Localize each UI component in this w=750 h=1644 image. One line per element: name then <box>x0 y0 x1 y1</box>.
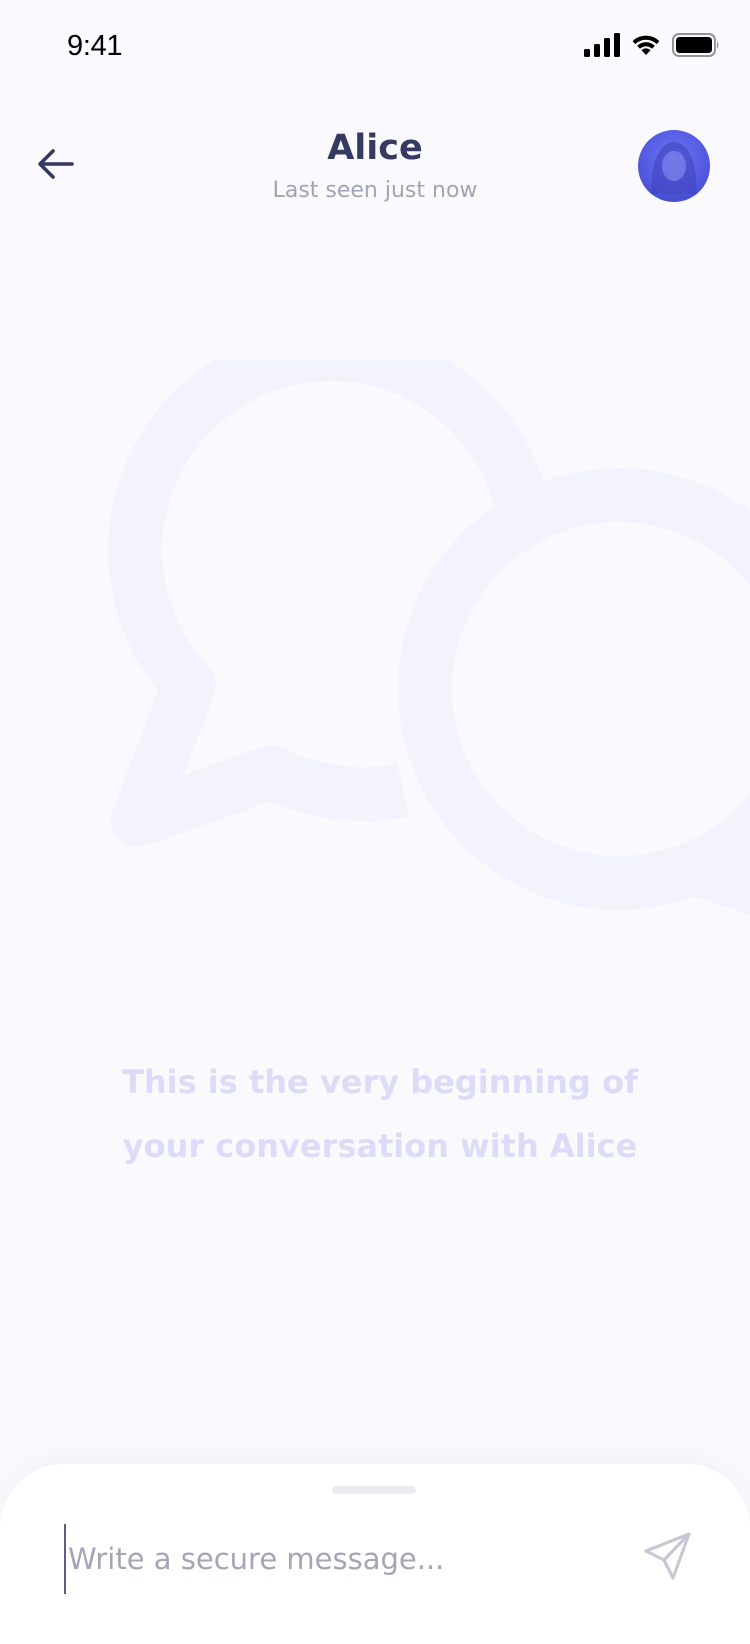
message-composer <box>0 1464 750 1644</box>
chat-header: Alice Last seen just now <box>0 120 750 220</box>
drag-handle[interactable] <box>332 1486 416 1494</box>
status-time: 9:41 <box>67 30 123 62</box>
send-button[interactable] <box>638 1528 698 1588</box>
cellular-signal-icon <box>584 33 620 61</box>
chat-bubbles-icon <box>0 327 750 980</box>
contact-avatar[interactable] <box>638 130 710 202</box>
empty-conversation-message: This is the very beginning of your conve… <box>122 1063 638 1165</box>
status-bar: 9:41 <box>0 0 750 96</box>
status-icons <box>584 33 720 61</box>
send-paper-plane-icon <box>642 1530 694 1586</box>
battery-icon <box>672 33 720 61</box>
last-seen-status: Last seen just now <box>272 178 478 203</box>
wifi-icon <box>630 33 662 61</box>
message-input[interactable] <box>64 1524 608 1594</box>
